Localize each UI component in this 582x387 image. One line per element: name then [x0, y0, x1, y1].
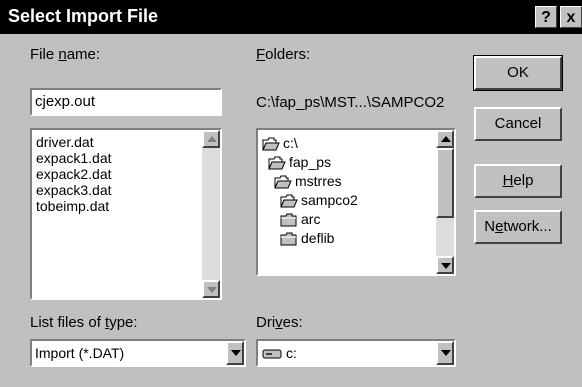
- file-list-item[interactable]: expack1.dat: [36, 150, 112, 166]
- folder-tree[interactable]: c:\ fap_psmstrres sampco2 arc deflib: [256, 128, 456, 276]
- chevron-down-icon: [207, 287, 217, 293]
- file-name-label: File name:: [30, 46, 101, 63]
- current-path: C:\fap_ps\MST...\SAMPCO2: [256, 94, 445, 111]
- file-list-item[interactable]: tobeimp.dat: [36, 198, 112, 214]
- closed-folder-icon: [280, 213, 298, 227]
- scroll-up-arrow[interactable]: [436, 130, 454, 148]
- chevron-down-icon: [231, 350, 241, 356]
- drives-dropdown-button[interactable]: [436, 341, 454, 365]
- scroll-thumb[interactable]: [436, 148, 454, 218]
- folder-name: c:\: [283, 135, 298, 151]
- file-type-value: Import (*.DAT): [35, 345, 125, 361]
- file-list-items: driver.dat expack1.dat expack2.dat expack3.…: [36, 134, 112, 214]
- scroll-down-arrow[interactable]: [202, 280, 220, 298]
- folder-tree-scrollbar[interactable]: [436, 130, 454, 274]
- title-bar: Select Import File ? x: [0, 0, 582, 34]
- open-folder-icon: [280, 194, 298, 208]
- folder-item[interactable]: arc: [280, 210, 320, 228]
- open-folder-icon: [262, 137, 280, 151]
- file-list-item[interactable]: expack2.dat: [36, 166, 112, 182]
- chevron-up-icon: [441, 136, 451, 142]
- scroll-down-arrow[interactable]: [436, 256, 454, 274]
- drives-label: Drives:: [256, 314, 303, 331]
- chevron-down-icon: [441, 350, 451, 356]
- folder-name: arc: [301, 211, 321, 227]
- file-type-label: List files of type:: [30, 314, 138, 331]
- open-folder-icon: [268, 156, 286, 170]
- folder-item[interactable]: fap_ps: [268, 153, 331, 171]
- file-type-dropdown-button[interactable]: [226, 341, 244, 365]
- folder-name: sampco2: [301, 192, 358, 208]
- folder-item[interactable]: deflib: [280, 229, 334, 247]
- folder-item[interactable]: mstrres: [274, 172, 342, 190]
- file-type-select[interactable]: Import (*.DAT): [30, 339, 246, 367]
- close-button[interactable]: x: [560, 6, 582, 28]
- open-folder-icon: [274, 175, 292, 189]
- window-title: Select Import File: [8, 6, 159, 26]
- folder-name: deflib: [301, 230, 335, 246]
- ok-button[interactable]: OK: [473, 55, 563, 91]
- help-dialog-button[interactable]: Help: [474, 164, 562, 198]
- drive-icon: [262, 347, 282, 364]
- file-list-item[interactable]: driver.dat: [36, 134, 112, 150]
- file-list-scrollbar[interactable]: [202, 130, 220, 298]
- network-button[interactable]: Network...: [474, 210, 562, 244]
- folder-item[interactable]: sampco2: [280, 191, 358, 209]
- file-name-value: cjexp.out: [35, 93, 96, 110]
- cancel-button[interactable]: Cancel: [474, 107, 562, 141]
- chevron-down-icon: [441, 263, 451, 269]
- closed-folder-icon: [280, 232, 298, 246]
- file-list-item[interactable]: expack3.dat: [36, 182, 112, 198]
- folder-name: fap_ps: [289, 154, 332, 170]
- file-list[interactable]: driver.dat expack1.dat expack2.dat expack3.…: [30, 128, 222, 300]
- help-button[interactable]: ?: [535, 6, 557, 28]
- file-name-input[interactable]: cjexp.out: [30, 88, 222, 116]
- chevron-up-icon: [207, 136, 217, 142]
- folder-name: mstrres: [295, 173, 342, 189]
- scroll-up-arrow[interactable]: [202, 130, 220, 148]
- drives-select[interactable]: c:: [256, 339, 456, 367]
- folders-label: Folders:: [256, 46, 311, 63]
- drives-value: c:: [286, 345, 297, 361]
- folder-item[interactable]: c:\: [262, 134, 298, 152]
